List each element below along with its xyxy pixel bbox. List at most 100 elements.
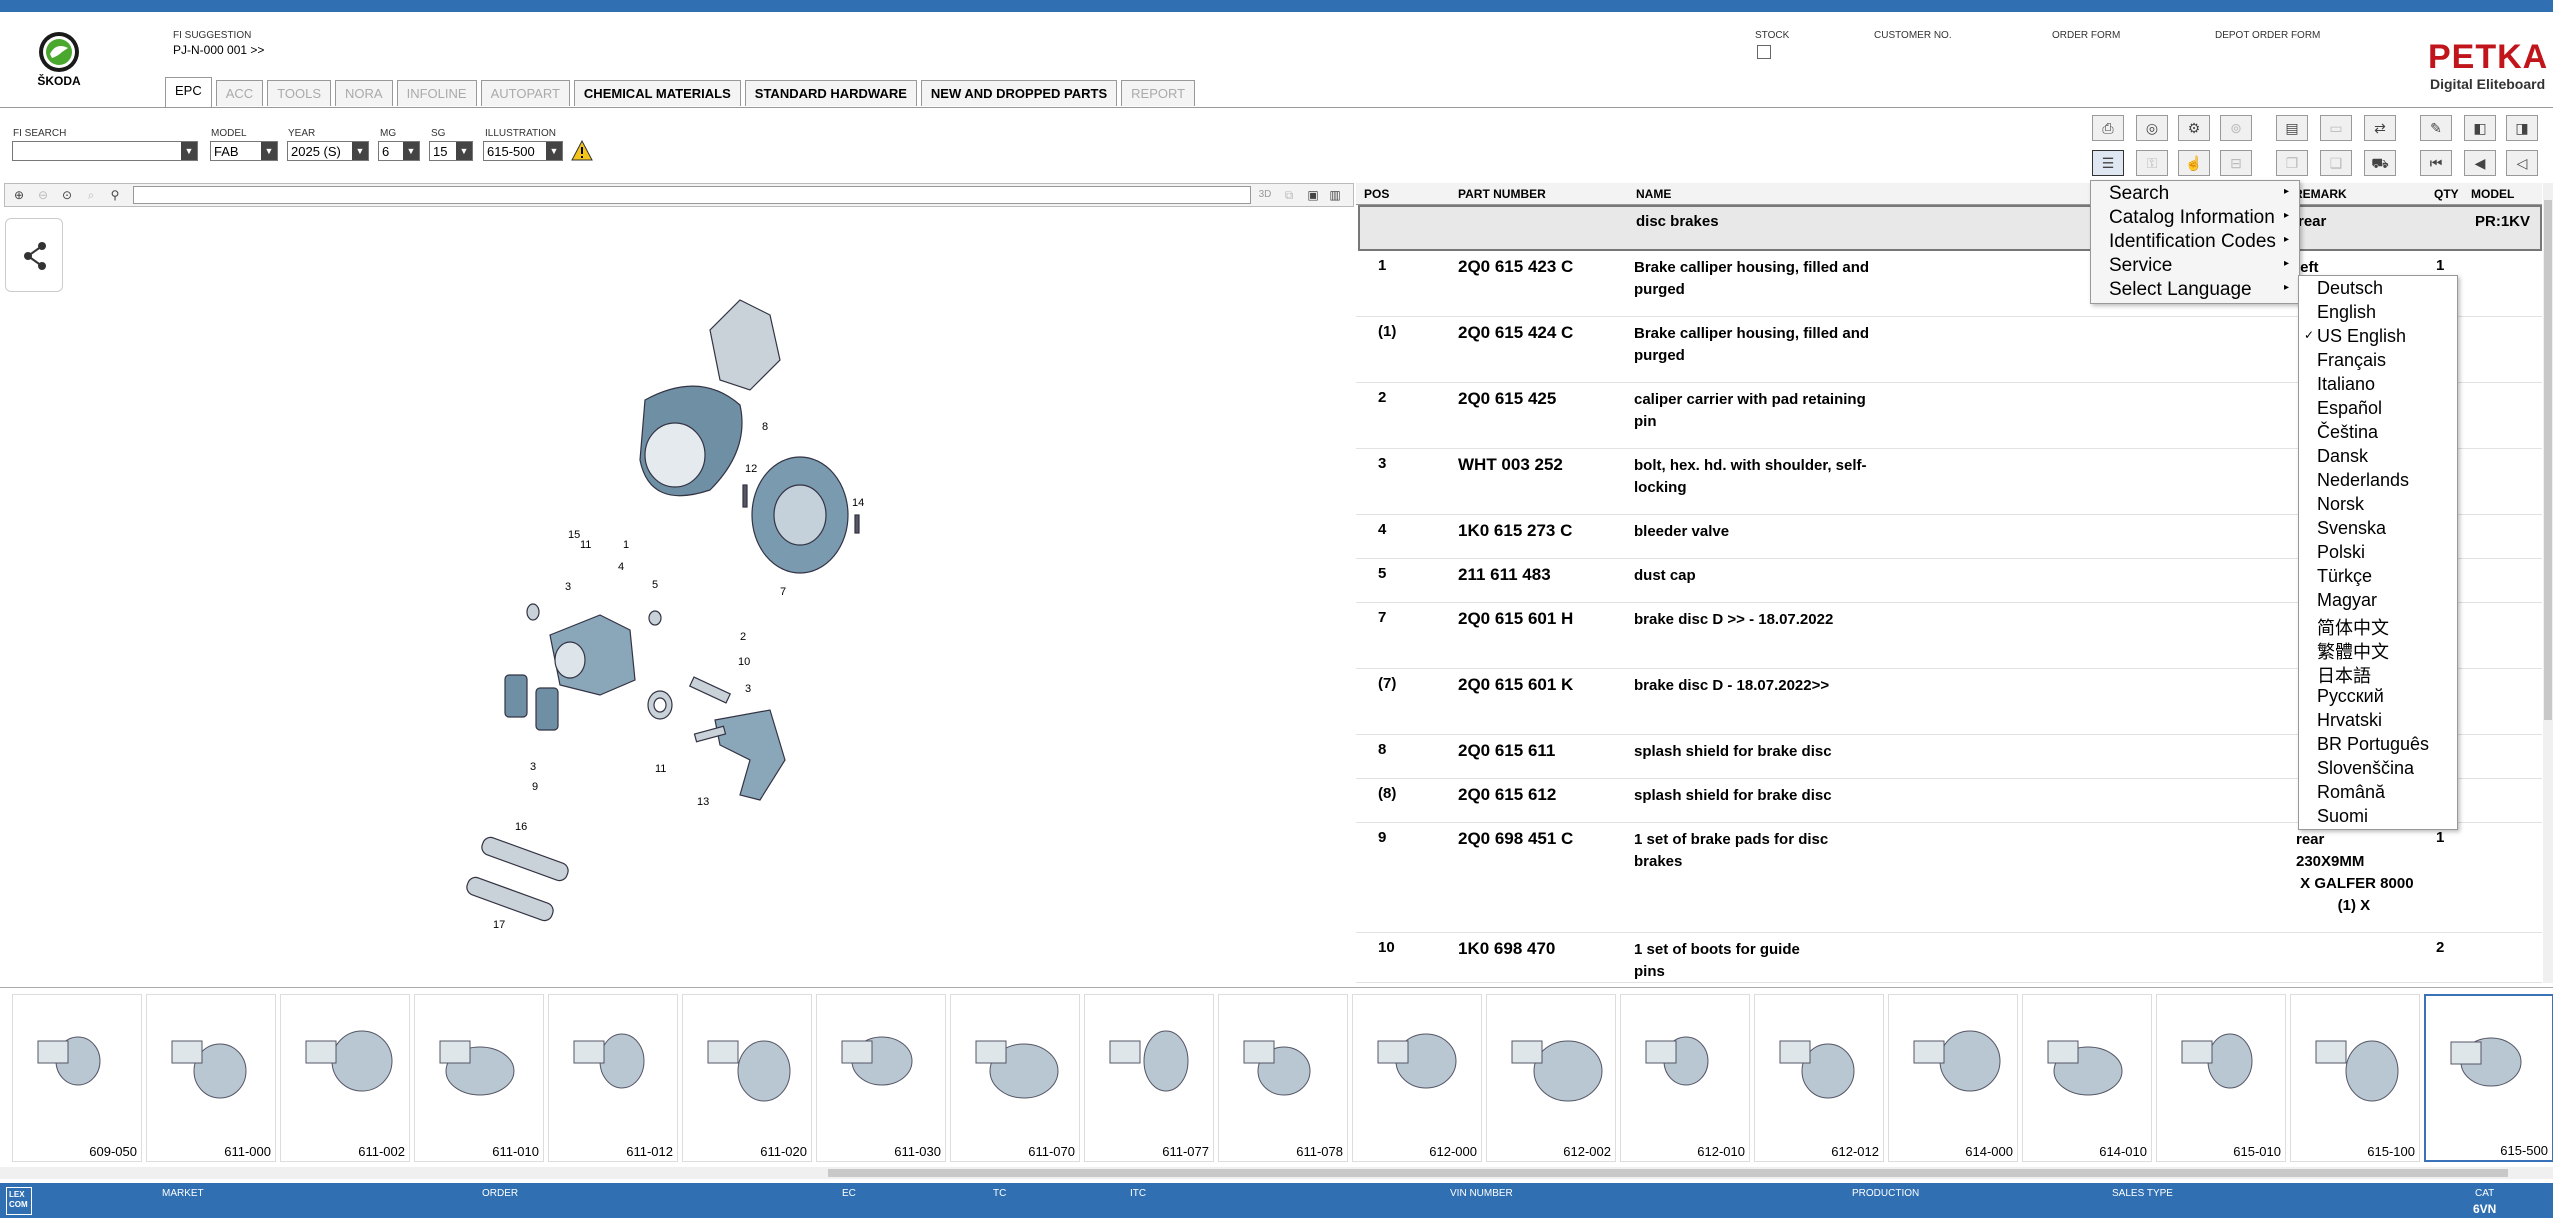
menu-icon[interactable]: ☰ xyxy=(2092,150,2124,176)
thumbnail-item[interactable]: 611-030 xyxy=(816,994,946,1162)
share-button[interactable] xyxy=(5,218,63,292)
language-item[interactable]: 简体中文 xyxy=(2317,614,2389,640)
language-item[interactable]: Türkçe xyxy=(2317,566,2372,587)
language-item[interactable]: Español xyxy=(2317,398,2382,419)
language-item[interactable]: Français xyxy=(2317,350,2386,371)
language-item[interactable]: Hrvatski xyxy=(2317,710,2382,731)
thumbnail-item[interactable]: 611-078 xyxy=(1218,994,1348,1162)
fi-suggestion-link[interactable]: PJ-N-000 001 >> xyxy=(173,43,264,57)
tab-report[interactable]: REPORT xyxy=(1121,80,1196,106)
menu-item-identification-codes[interactable]: Identification Codes ▸ xyxy=(2109,231,2289,253)
menu-item-service[interactable]: Service ▸ xyxy=(2109,255,2289,277)
thumbnail-item[interactable]: 612-010 xyxy=(1620,994,1750,1162)
key-icon[interactable]: ⚿ xyxy=(2136,150,2168,176)
hand-icon[interactable]: ☝ xyxy=(2178,150,2210,176)
info-disc-icon[interactable]: ◎ xyxy=(2136,115,2168,141)
thumbnail-item[interactable]: 612-012 xyxy=(1754,994,1884,1162)
thumbnail-item[interactable]: 611-020 xyxy=(682,994,812,1162)
document-icon[interactable]: ▭ xyxy=(2320,115,2352,141)
language-item[interactable]: Čeština xyxy=(2317,422,2378,443)
service-icon[interactable]: ⚙ xyxy=(2178,115,2210,141)
tab-new-dropped-parts[interactable]: NEW AND DROPPED PARTS xyxy=(920,80,1118,106)
model-select[interactable]: FAB ▼ xyxy=(210,141,278,161)
zoom-out-icon[interactable]: ⊖ xyxy=(33,186,53,204)
zoom-in-icon[interactable]: ⊕ xyxy=(9,186,29,204)
tab-acc[interactable]: ACC xyxy=(215,80,264,106)
year-select[interactable]: 2025 (S) ▼ xyxy=(287,141,369,161)
columns-icon[interactable]: ▥ xyxy=(1325,186,1345,204)
language-item[interactable]: Italiano xyxy=(2317,374,2375,395)
menu-item-select-language[interactable]: Select Language ▸ xyxy=(2109,279,2289,301)
thumbnail-item[interactable]: 614-010 xyxy=(2022,994,2152,1162)
zoom-area-icon[interactable]: ⌕ xyxy=(81,186,101,204)
illustration-select[interactable]: 615-500 ▼ xyxy=(483,141,563,161)
tab-nora[interactable]: NORA xyxy=(335,80,393,106)
tab-chemical-materials[interactable]: CHEMICAL MATERIALS xyxy=(573,80,741,106)
back-icon[interactable]: ◁ xyxy=(2506,150,2538,176)
language-item[interactable]: Slovenščina xyxy=(2317,758,2414,779)
fi-search-select[interactable]: ▼ xyxy=(12,141,198,161)
language-item[interactable]: Magyar xyxy=(2317,590,2377,611)
sg-select[interactable]: 15 ▼ xyxy=(429,141,473,161)
language-item[interactable]: English xyxy=(2317,302,2376,323)
thumbnail-item[interactable]: 611-012 xyxy=(548,994,678,1162)
stock-checkbox[interactable] xyxy=(1757,45,1771,59)
thumbnail-item[interactable]: 611-070 xyxy=(950,994,1080,1162)
minus-icon[interactable]: ⊟ xyxy=(2220,150,2252,176)
language-item[interactable]: Norsk xyxy=(2317,494,2364,515)
window-left-icon[interactable]: ◧ xyxy=(2464,115,2496,141)
cart-transfer-icon[interactable]: ⇄ xyxy=(2364,115,2396,141)
language-item-selected[interactable]: ✓ US English xyxy=(2304,326,2406,347)
search-icon[interactable]: ⚲ xyxy=(105,186,125,204)
language-item[interactable]: Dansk xyxy=(2317,446,2368,467)
table-row[interactable]: 9 2Q0 698 451 C 1 set of brake pads for di… xyxy=(1356,823,2542,933)
copy-icon[interactable]: ❐ xyxy=(2276,150,2308,176)
language-item[interactable]: Русский xyxy=(2317,686,2384,707)
exploded-view-illustration[interactable]: 81214 71511 145 3210 339 111316 17 xyxy=(440,290,890,950)
tab-infoline[interactable]: INFOLINE xyxy=(396,80,477,106)
mg-select[interactable]: 6 ▼ xyxy=(378,141,420,161)
first-page-icon[interactable]: ⏮ xyxy=(2420,150,2452,176)
thumbnail-item[interactable]: 615-010 xyxy=(2156,994,2286,1162)
pin-icon[interactable]: ✎ xyxy=(2420,115,2452,141)
language-item[interactable]: Nederlands xyxy=(2317,470,2409,491)
split-icon[interactable]: ⧉ xyxy=(1279,186,1299,204)
thumbnail-scroll-thumb[interactable] xyxy=(828,1169,2508,1177)
warning-icon[interactable] xyxy=(571,140,593,162)
thumbnail-item[interactable]: 615-100 xyxy=(2290,994,2420,1162)
print-icon[interactable]: ⎙ xyxy=(2092,115,2124,141)
thumbnail-item[interactable]: 611-010 xyxy=(414,994,544,1162)
thumbnail-item[interactable]: 609-050 xyxy=(12,994,142,1162)
cart-icon[interactable]: ⛟ xyxy=(2364,150,2396,176)
elsa-icon[interactable]: ▤ xyxy=(2276,115,2308,141)
table-row[interactable]: 10 1K0 698 470 1 set of boots for guide pi… xyxy=(1356,933,2542,983)
thumbnail-item[interactable]: 611-000 xyxy=(146,994,276,1162)
3d-icon[interactable]: 3D xyxy=(1255,186,1275,204)
previous-page-icon[interactable]: ◀ xyxy=(2464,150,2496,176)
language-item[interactable]: Polski xyxy=(2317,542,2365,563)
language-item[interactable]: BR Português xyxy=(2317,734,2429,755)
menu-item-search[interactable]: Search ▸ xyxy=(2109,183,2289,205)
language-item[interactable]: Română xyxy=(2317,782,2385,803)
tab-standard-hardware[interactable]: STANDARD HARDWARE xyxy=(744,80,917,106)
language-item[interactable]: Deutsch xyxy=(2317,278,2383,299)
tab-tools[interactable]: TOOLS xyxy=(267,80,332,106)
language-item[interactable]: 日本語 xyxy=(2317,662,2371,688)
thumbnail-item[interactable]: 612-002 xyxy=(1486,994,1616,1162)
thumbnail-item[interactable]: 611-002 xyxy=(280,994,410,1162)
illustration-search-field[interactable] xyxy=(133,186,1251,204)
paste-icon[interactable]: ❑ xyxy=(2320,150,2352,176)
thumbnail-item[interactable]: 614-000 xyxy=(1888,994,2018,1162)
thumbnail-item[interactable]: 612-000 xyxy=(1352,994,1482,1162)
window-right-icon[interactable]: ◨ xyxy=(2506,115,2538,141)
link-icon[interactable]: ⊚ xyxy=(2220,115,2252,141)
group-row[interactable]: disc brakes rear PR:1KV xyxy=(1358,205,2542,251)
menu-item-catalog-information[interactable]: Catalog Information ▸ xyxy=(2109,207,2289,229)
language-item[interactable]: Svenska xyxy=(2317,518,2386,539)
thumbnail-item[interactable]: 611-077 xyxy=(1084,994,1214,1162)
tab-epc[interactable]: EPC xyxy=(165,77,212,107)
thumbnail-item[interactable]: 615-500 xyxy=(2424,994,2553,1162)
tab-autopart[interactable]: AUTOPART xyxy=(480,80,570,106)
zoom-fit-icon[interactable]: ⊙ xyxy=(57,186,77,204)
language-item[interactable]: Suomi xyxy=(2317,806,2368,827)
